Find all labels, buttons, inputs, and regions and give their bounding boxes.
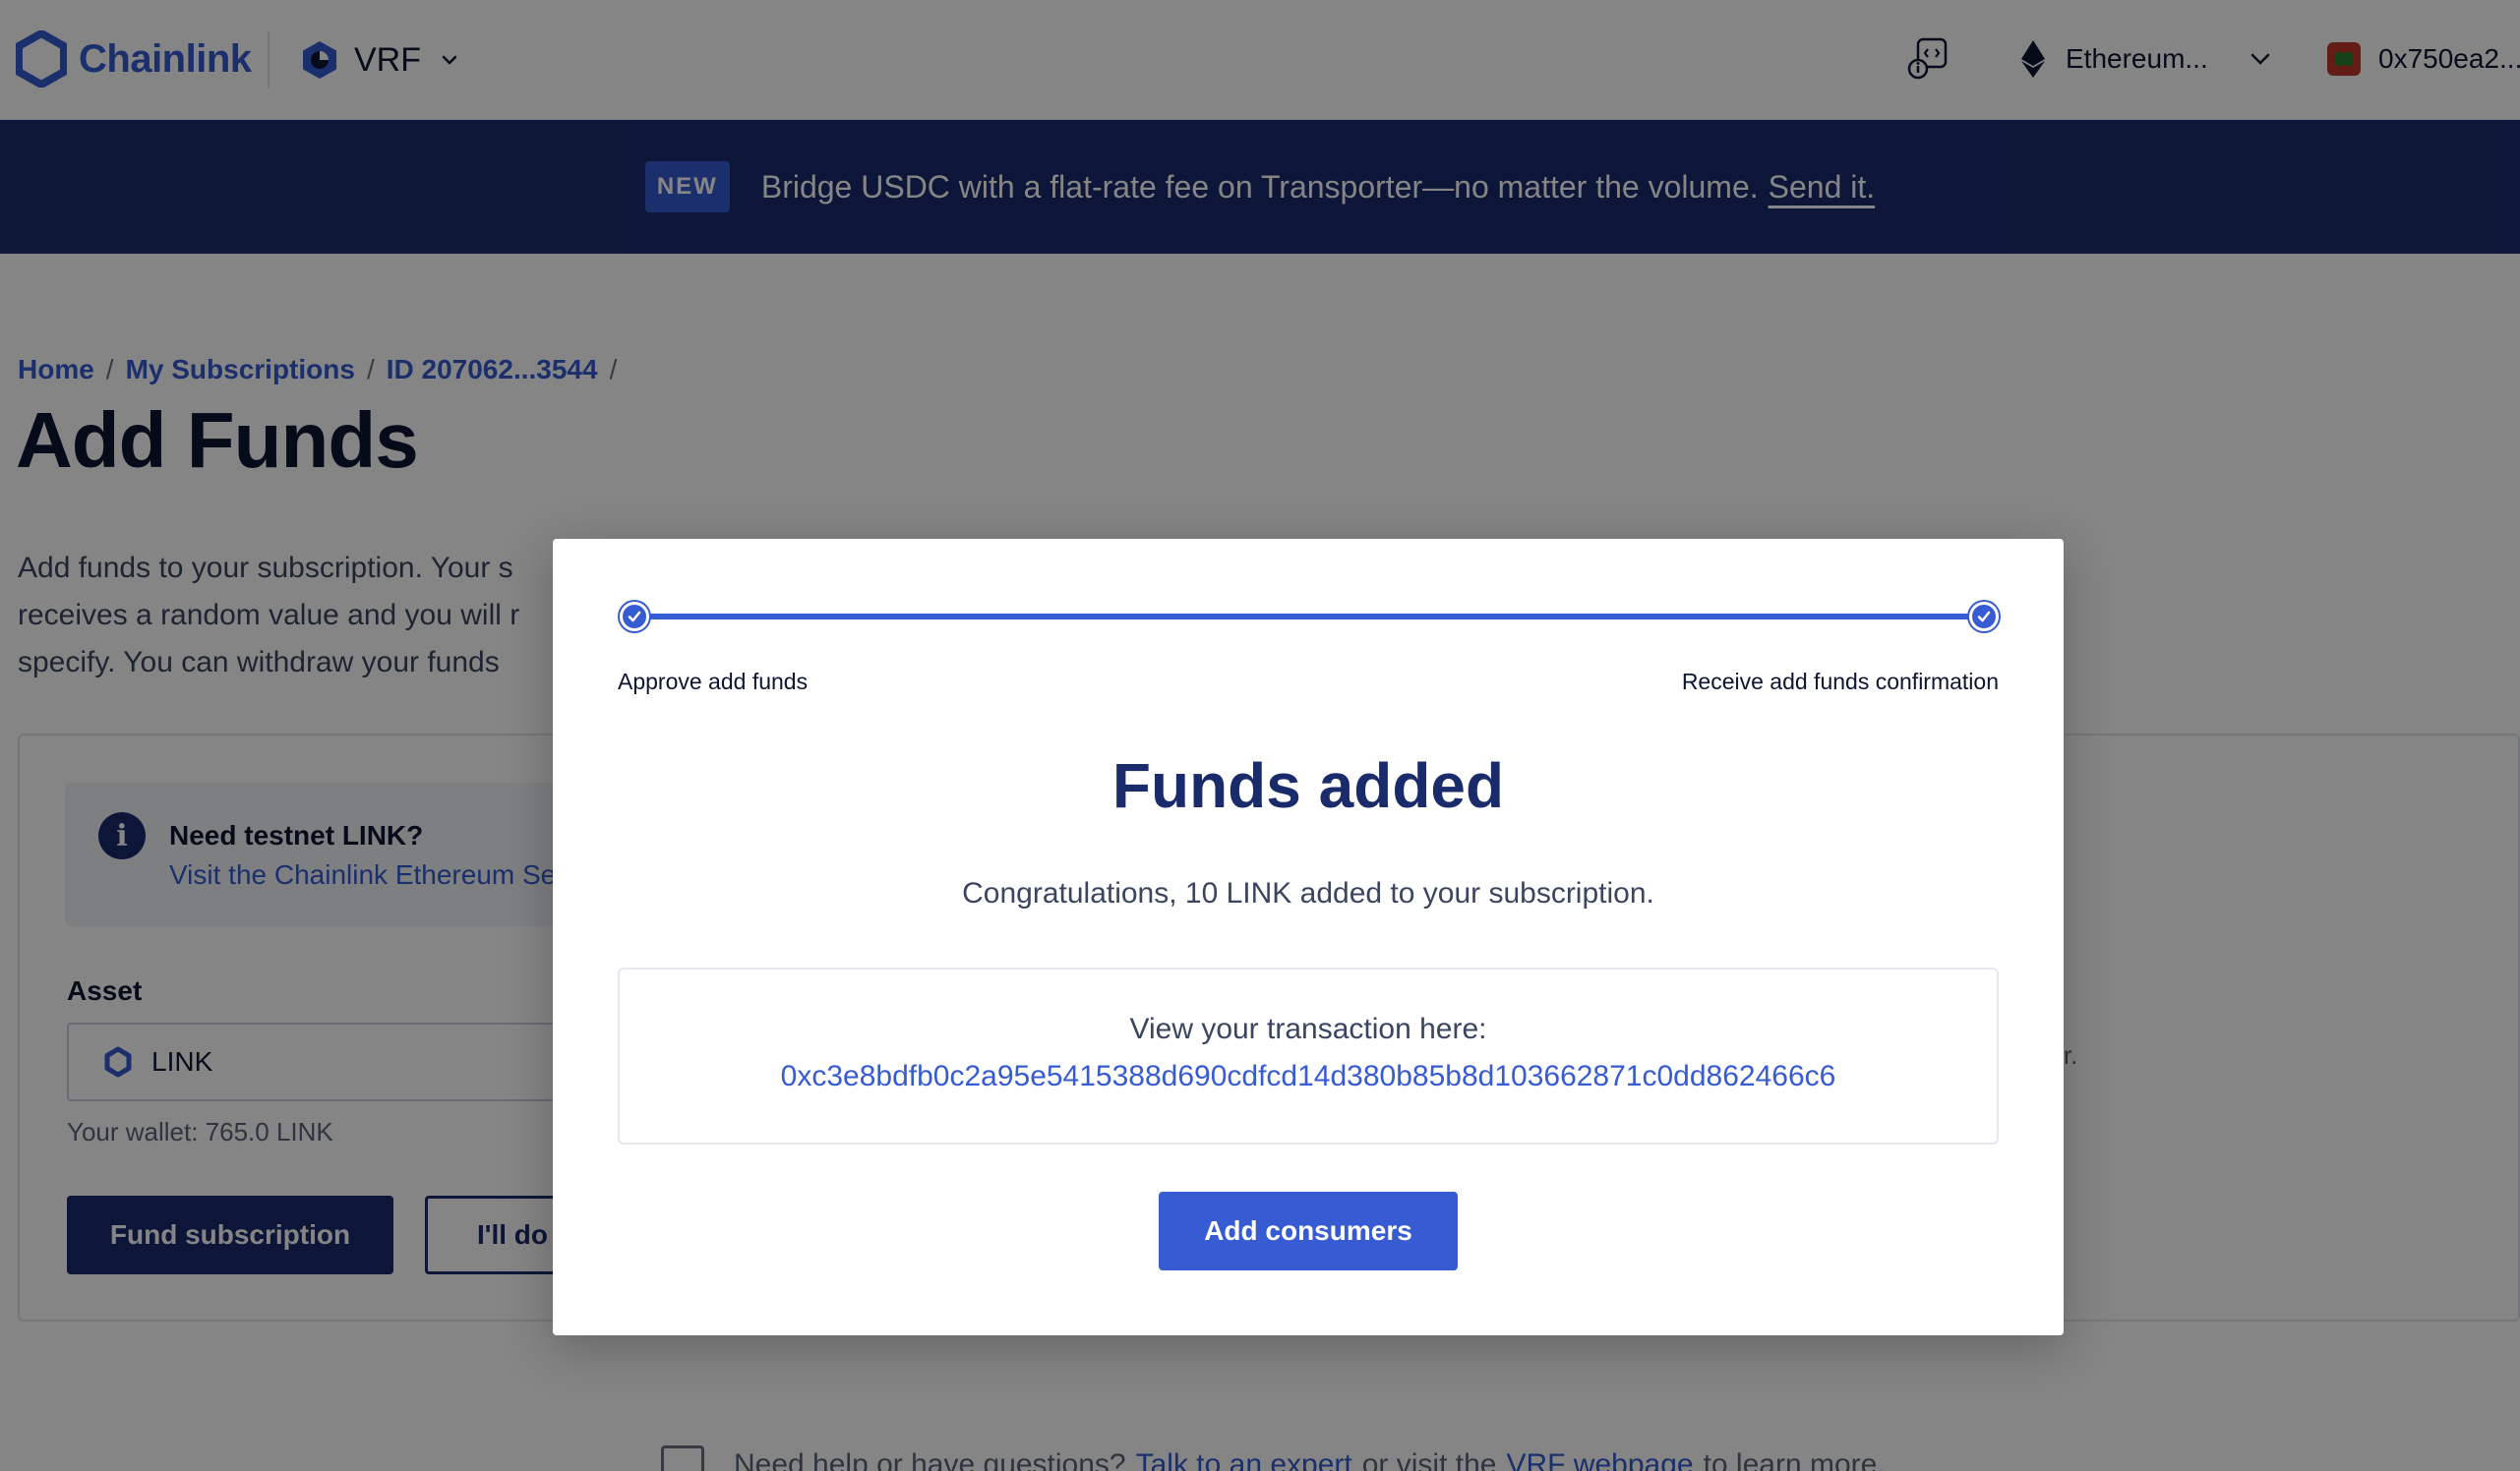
add-consumers-button[interactable]: Add consumers — [1159, 1192, 1458, 1270]
step-complete-approve — [620, 602, 649, 631]
step-label-confirmation: Receive add funds confirmation — [1681, 669, 1999, 694]
step-complete-confirmation — [1969, 602, 1999, 631]
check-icon — [628, 611, 641, 622]
check-icon — [1977, 611, 1991, 622]
modal-title: Funds added — [1111, 750, 1505, 821]
transaction-hash-link[interactable]: 0xc3e8bdfb0c2a95e5415388d690cdfcd14d380b… — [620, 1060, 1997, 1093]
modal-message: Congratulations, 10 LINK added to your s… — [962, 877, 1654, 910]
funds-added-modal: Approve add funds Receive add funds conf… — [553, 539, 2064, 1335]
transaction-label: View your transaction here: — [1129, 1013, 1487, 1045]
transaction-box: View your transaction here: 0xc3e8bdfb0c… — [618, 968, 1999, 1145]
step-label-approve: Approve add funds — [618, 669, 809, 694]
progress-bar — [633, 614, 1981, 619]
